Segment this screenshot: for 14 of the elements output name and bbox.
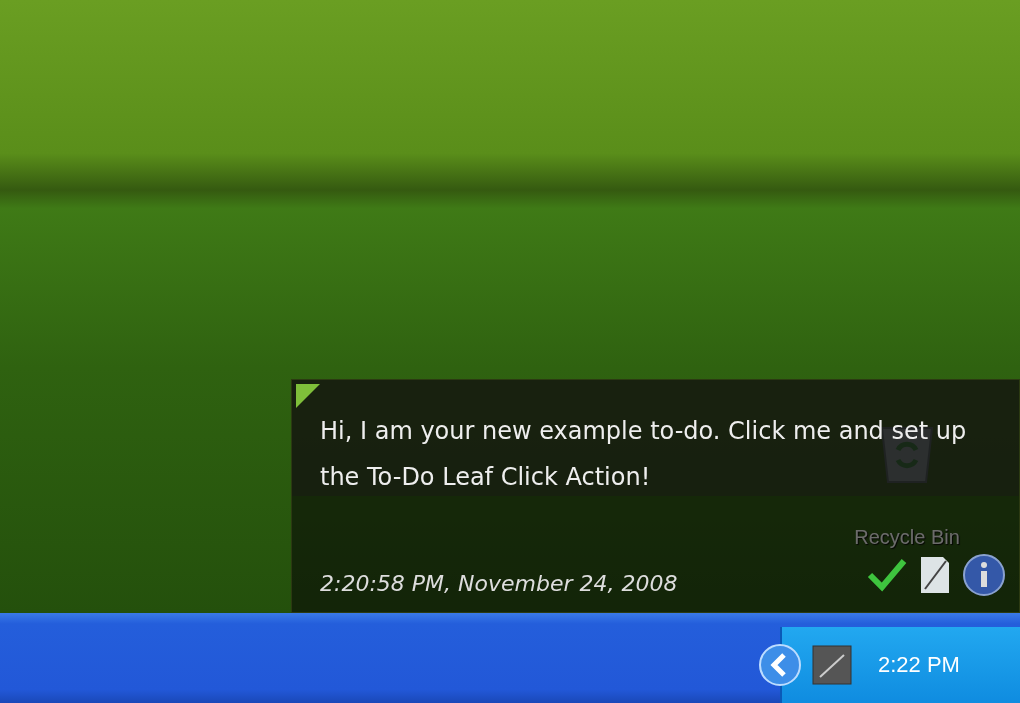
todo-timestamp: 2:20:58 PM, November 24, 2008 <box>320 571 678 596</box>
info-button[interactable] <box>963 554 1005 596</box>
note-body[interactable]: Hi, I am your new example to-do. Click me and set up the To-Do Leaf Click Action! <box>292 380 1019 496</box>
info-icon <box>963 554 1005 596</box>
corner-triangle-icon <box>296 384 320 408</box>
edit-button[interactable] <box>919 555 951 595</box>
icon-label: Recycle Bin <box>854 526 960 549</box>
todo-text: Hi, I am your new example to-do. Click me and set up the To-Do Leaf Click Action! <box>320 416 968 493</box>
checkmark-icon <box>867 557 907 593</box>
show-hidden-icons-button[interactable] <box>758 643 802 687</box>
pencil-note-icon <box>919 555 951 595</box>
done-button[interactable] <box>867 557 907 593</box>
chevron-left-icon <box>758 643 802 687</box>
note-tray-icon[interactable] <box>812 645 852 685</box>
